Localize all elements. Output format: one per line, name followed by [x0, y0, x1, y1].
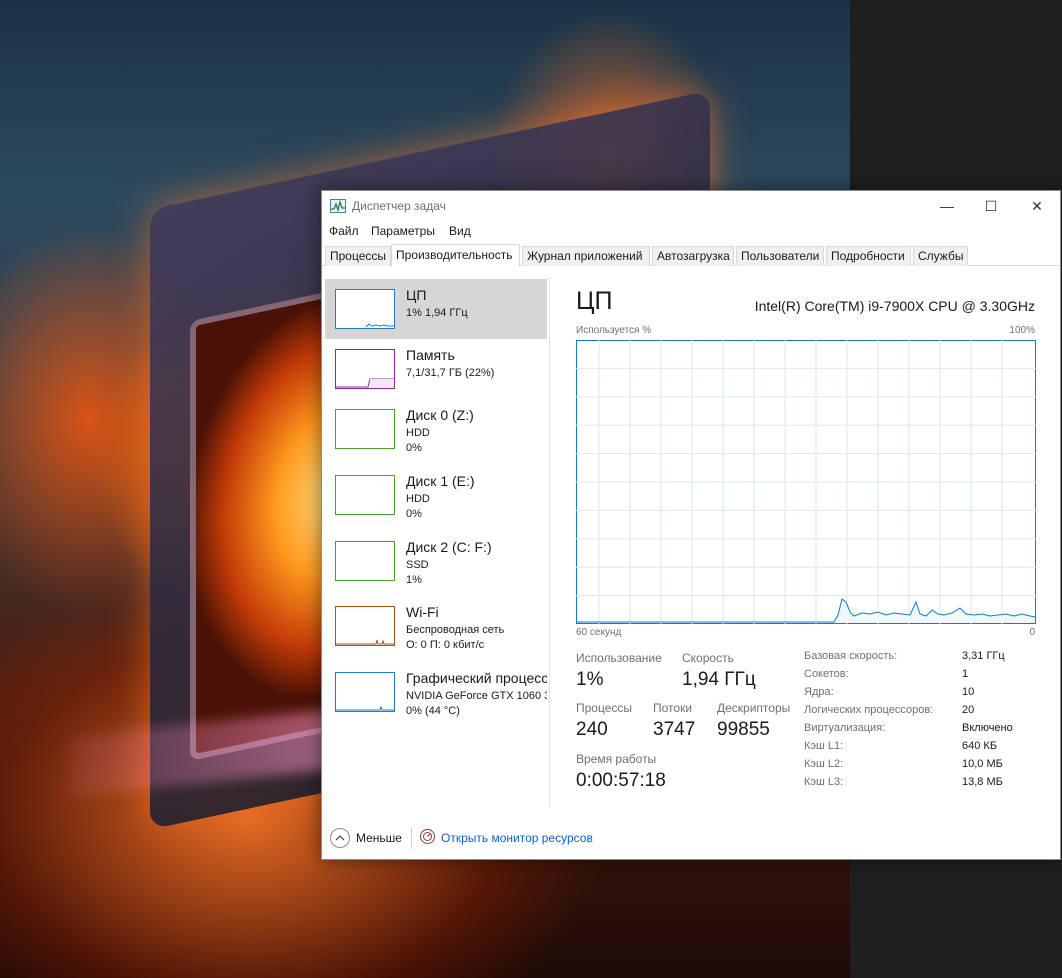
handles-label: Дескрипторы: [717, 701, 791, 715]
memory-thumbnail-graph: [335, 349, 395, 389]
spec-key-sockets: Сокетов:: [804, 668, 849, 680]
menu-file[interactable]: Файл: [329, 224, 359, 238]
resource-detail: 7,1/31,7 ГБ (22%): [406, 367, 495, 379]
resource-detail: 1% 1,94 ГГц: [406, 307, 468, 319]
minimize-button[interactable]: —: [924, 191, 970, 221]
uptime-label: Время работы: [576, 752, 657, 766]
spec-value-l3-cache: 13,8 МБ: [962, 776, 1003, 788]
fewer-details-label[interactable]: Меньше: [356, 831, 402, 845]
resource-name: Wi-Fi: [406, 604, 439, 620]
graph-x-label: 60 секунд: [576, 627, 622, 638]
resource-usage: 1%: [406, 574, 422, 586]
gpu-thumbnail-graph: [335, 672, 395, 712]
resource-list: ЦП 1% 1,94 ГГц Память 7,1/31,7 ГБ (22%) …: [325, 277, 547, 807]
spec-value-l1-cache: 640 КБ: [962, 740, 998, 752]
processes-label: Процессы: [576, 701, 633, 715]
graph-y-label: Используется %: [576, 325, 652, 336]
menu-options[interactable]: Параметры: [371, 224, 435, 238]
menu-view[interactable]: Вид: [449, 224, 471, 238]
speed-value: 1,94 ГГц: [682, 669, 756, 690]
wifi-thumbnail-graph: [335, 606, 395, 646]
tab-users[interactable]: Пользователи: [736, 246, 824, 266]
spec-key-l2-cache: Кэш L2:: [804, 758, 844, 770]
disk2-thumbnail-graph: [335, 541, 395, 581]
usage-label: Использование: [576, 651, 662, 665]
resource-name: Диск 2 (C: F:): [406, 539, 492, 555]
resource-item-wifi[interactable]: Wi-Fi Беспроводная сеть О: 0 П: 0 кбит/с: [325, 596, 547, 656]
threads-value: 3747: [653, 719, 696, 740]
tab-startup[interactable]: Автозагрузка: [652, 246, 734, 266]
resource-item-gpu[interactable]: Графический процессор 0 NVIDIA GeForce G…: [325, 662, 547, 722]
maximize-button[interactable]: ☐: [968, 191, 1014, 221]
handles-value: 99855: [717, 719, 770, 740]
spec-value-cores: 10: [962, 686, 975, 698]
resource-item-cpu[interactable]: ЦП 1% 1,94 ГГц: [325, 279, 547, 339]
resource-name: Диск 0 (Z:): [406, 407, 474, 423]
resource-type: Беспроводная сеть: [406, 624, 505, 636]
resource-item-memory[interactable]: Память 7,1/31,7 ГБ (22%): [325, 339, 547, 399]
resource-usage: 0%: [406, 442, 422, 454]
uptime-value: 0:00:57:18: [576, 770, 666, 791]
spec-value-base-speed: 3,31 ГГц: [962, 650, 1005, 662]
tab-app-history[interactable]: Журнал приложений: [522, 246, 650, 266]
cpu-usage-graph: [576, 340, 1036, 624]
resource-name: Диск 1 (E:): [406, 473, 475, 489]
task-manager-app-icon: [330, 199, 346, 213]
resource-item-disk0[interactable]: Диск 0 (Z:) HDD 0%: [325, 399, 547, 459]
speed-label: Скорость: [682, 651, 734, 665]
resource-type: SSD: [406, 559, 429, 571]
cpu-model: Intel(R) Core(TM) i9-7900X CPU @ 3.30GHz: [754, 298, 1035, 314]
spec-value-logical-processors: 20: [962, 704, 975, 716]
tab-strip: Процессы Производительность Журнал прило…: [322, 244, 1060, 267]
resource-item-disk1[interactable]: Диск 1 (E:) HDD 0%: [325, 465, 547, 525]
footer-separator: [411, 827, 412, 849]
spec-value-sockets: 1: [962, 668, 969, 680]
spec-key-cores: Ядра:: [804, 686, 834, 698]
tab-performance[interactable]: Производительность: [391, 244, 520, 267]
task-manager-window: Диспетчер задач — ☐ ✕ Файл Параметры Вид…: [321, 190, 1061, 860]
resource-usage: 0%: [406, 508, 422, 520]
window-title: Диспетчер задач: [352, 199, 446, 213]
resource-throughput: О: 0 П: 0 кбит/с: [406, 639, 485, 651]
resource-name: Память: [406, 347, 455, 363]
resource-item-disk2[interactable]: Диск 2 (C: F:) SSD 1%: [325, 531, 547, 591]
resource-name: ЦП: [406, 287, 427, 303]
title-bar[interactable]: Диспетчер задач — ☐ ✕: [322, 191, 1060, 221]
disk1-thumbnail-graph: [335, 475, 395, 515]
processes-value: 240: [576, 719, 608, 740]
disk0-thumbnail-graph: [335, 409, 395, 449]
cpu-title: ЦП: [576, 287, 613, 315]
open-resource-monitor-link[interactable]: Открыть монитор ресурсов: [441, 831, 593, 845]
panel-divider: [549, 277, 550, 807]
resource-type: HDD: [406, 427, 430, 439]
usage-value: 1%: [576, 669, 604, 690]
cpu-thumbnail-graph: [335, 289, 395, 329]
fewer-details-button[interactable]: [330, 828, 350, 848]
spec-value-l2-cache: 10,0 МБ: [962, 758, 1003, 770]
spec-key-base-speed: Базовая скорость:: [804, 650, 898, 662]
tab-services[interactable]: Службы: [913, 246, 968, 266]
spec-key-l1-cache: Кэш L1:: [804, 740, 844, 752]
resource-model: NVIDIA GeForce GTX 1060 3GB: [406, 690, 547, 702]
spec-key-logical-processors: Логических процессоров:: [804, 704, 934, 716]
tab-processes[interactable]: Процессы: [325, 246, 391, 266]
graph-y-max: 100%: [1009, 325, 1035, 336]
resource-monitor-icon: [420, 829, 435, 844]
resource-type: HDD: [406, 493, 430, 505]
resource-usage: 0% (44 °C): [406, 705, 460, 717]
spec-value-virtualization: Включено: [962, 722, 1013, 734]
resource-name: Графический процессор 0: [406, 670, 547, 686]
threads-label: Потоки: [653, 701, 693, 715]
spec-key-l3-cache: Кэш L3:: [804, 776, 844, 788]
close-button[interactable]: ✕: [1014, 191, 1060, 221]
spec-key-virtualization: Виртуализация:: [804, 722, 886, 734]
tab-details[interactable]: Подробности: [826, 246, 911, 266]
graph-x-end: 0: [1029, 627, 1035, 638]
